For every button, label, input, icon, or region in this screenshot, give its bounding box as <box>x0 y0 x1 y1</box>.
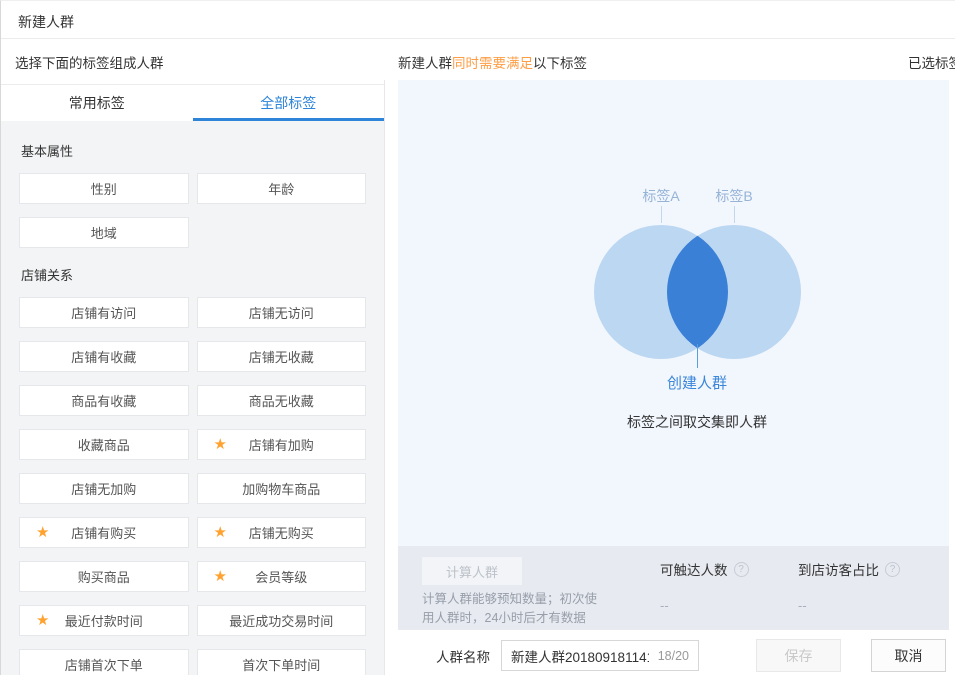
tag-label: 首次下单时间 <box>242 655 320 674</box>
tag-label: 店铺有收藏 <box>71 347 136 366</box>
tag-label: 最近成功交易时间 <box>229 611 333 630</box>
tag-label: 性别 <box>91 179 117 198</box>
tag-button[interactable]: 店铺无加购 <box>19 473 189 504</box>
tag-label: 店铺有购买 <box>71 523 136 542</box>
tag-button[interactable]: 店铺无访问 <box>197 297 367 328</box>
tab-all-tags[interactable]: 全部标签 <box>193 85 385 121</box>
tag-button[interactable]: 购买商品 <box>19 561 189 592</box>
tag-picker-panel: 常用标签 全部标签 基本属性性别年龄地域店铺关系店铺有访问店铺无访问店铺有收藏店… <box>1 80 385 675</box>
tag-button[interactable]: 店铺无收藏 <box>197 341 367 372</box>
crowd-name-value: 新建人群20180918114106 <box>511 646 649 666</box>
left-panel-subtitle: 选择下面的标签组成人群 <box>15 52 164 72</box>
section-title: 店铺关系 <box>21 265 366 284</box>
star-icon: ★ <box>36 525 49 540</box>
tag-label: 商品有收藏 <box>71 391 136 410</box>
tag-label: 店铺有加购 <box>249 435 314 454</box>
connector-line-intersection <box>697 344 698 368</box>
save-button[interactable]: 保存 <box>756 639 841 672</box>
connector-line-b <box>734 206 735 223</box>
tag-label: 商品无收藏 <box>249 391 314 410</box>
tag-button[interactable]: 加购物车商品 <box>197 473 367 504</box>
tag-label: 加购物车商品 <box>242 479 320 498</box>
tag-label: 最近付款时间 <box>65 611 143 630</box>
dialog-footer: 人群名称 新建人群20180918114106 18/20 保存 取消 <box>385 630 955 675</box>
create-crowd-label: 创建人群 <box>667 372 727 393</box>
compute-note: 计算人群能够预知数量；初次使 用人群时，24小时后才有数据 <box>422 590 597 628</box>
help-icon[interactable]: ? <box>885 562 900 577</box>
venn-diagram: 标签A 标签B 创建人群 标签之间取交集即人群 <box>591 186 801 446</box>
star-icon: ★ <box>36 613 49 628</box>
crowd-name-input[interactable]: 新建人群20180918114106 18/20 <box>501 640 699 671</box>
metric-store-visitor-ratio: 到店访客占比 ? <box>798 559 900 579</box>
tag-button[interactable]: 店铺首次下单 <box>19 649 189 675</box>
tag-button[interactable]: ★ 店铺有购买 <box>19 517 189 548</box>
star-icon: ★ <box>214 569 227 584</box>
tag-sections: 基本属性性别 年龄地域店铺关系店铺有访问 店铺无访问店铺有收藏 店铺无收藏商品有收藏 商… <box>1 121 384 675</box>
tag-label: 店铺无购买 <box>249 523 314 542</box>
cancel-button[interactable]: 取消 <box>871 639 946 672</box>
tag-button[interactable]: 商品有收藏 <box>19 385 189 416</box>
char-counter: 18/20 <box>658 649 689 663</box>
venn-area: 标签A 标签B 创建人群 标签之间取交集即人群 <box>398 80 949 546</box>
subheader: 选择下面的标签组成人群 新建人群同时需要满足以下标签 已选标签 <box>1 39 955 80</box>
tag-button[interactable]: 商品无收藏 <box>197 385 367 416</box>
tag-label: 店铺无收藏 <box>249 347 314 366</box>
crowd-preview-panel: 标签A 标签B 创建人群 标签之间取交集即人群 计算人群 <box>385 80 955 675</box>
stats-bar: 计算人群 计算人群能够预知数量；初次使 用人群时，24小时后才有数据 可触达人数… <box>398 546 949 630</box>
venn-caption: 标签之间取交集即人群 <box>627 412 767 432</box>
tag-label: 地域 <box>91 223 117 242</box>
tag-button[interactable]: 年龄 <box>197 173 367 204</box>
tag-label: 店铺有访问 <box>71 303 136 322</box>
tag-button[interactable]: ★ 店铺有加购 <box>197 429 367 460</box>
venn-circles-graphic <box>591 224 801 360</box>
highlight-text: 同时需要满足 <box>452 56 533 71</box>
crowd-name-label: 人群名称 <box>436 646 490 666</box>
tag-label: 年龄 <box>268 179 294 198</box>
venn-label-b: 标签B <box>715 186 752 206</box>
tag-label: 店铺无访问 <box>249 303 314 322</box>
venn-label-a: 标签A <box>642 186 679 206</box>
new-crowd-dialog: 新建人群 选择下面的标签组成人群 新建人群同时需要满足以下标签 已选标签 常用标… <box>0 0 955 675</box>
selected-tags-link[interactable]: 已选标签 <box>908 52 955 72</box>
tag-button[interactable]: 首次下单时间 <box>197 649 367 675</box>
tag-button[interactable]: 店铺有访问 <box>19 297 189 328</box>
metric-value-reachable: -- <box>660 598 669 613</box>
right-panel-subtitle: 新建人群同时需要满足以下标签 <box>398 52 587 72</box>
tag-button[interactable]: ★ 店铺无购买 <box>197 517 367 548</box>
tabbar: 常用标签 全部标签 <box>1 84 384 121</box>
tag-button[interactable]: ★ 最近付款时间 <box>19 605 189 636</box>
metric-value-ratio: -- <box>798 598 807 613</box>
help-icon[interactable]: ? <box>734 562 749 577</box>
tag-button[interactable]: 性别 <box>19 173 189 204</box>
tag-label: 店铺无加购 <box>71 479 136 498</box>
tag-label: 会员等级 <box>255 567 307 586</box>
tag-button[interactable]: 最近成功交易时间 <box>197 605 367 636</box>
connector-line-a <box>661 206 662 223</box>
tag-button[interactable]: 店铺有收藏 <box>19 341 189 372</box>
tag-button[interactable]: ★ 会员等级 <box>197 561 367 592</box>
dialog-title: 新建人群 <box>1 1 955 39</box>
section-title: 基本属性 <box>21 141 366 160</box>
compute-crowd-button[interactable]: 计算人群 <box>422 557 522 585</box>
tag-button[interactable]: 收藏商品 <box>19 429 189 460</box>
star-icon: ★ <box>214 437 227 452</box>
tab-common-tags[interactable]: 常用标签 <box>1 85 193 121</box>
tag-label: 收藏商品 <box>78 435 130 454</box>
tag-button[interactable]: 地域 <box>19 217 189 248</box>
tag-label: 购买商品 <box>78 567 130 586</box>
tag-label: 店铺首次下单 <box>65 655 143 674</box>
metric-reachable-users: 可触达人数 ? <box>660 559 749 579</box>
star-icon: ★ <box>214 525 227 540</box>
